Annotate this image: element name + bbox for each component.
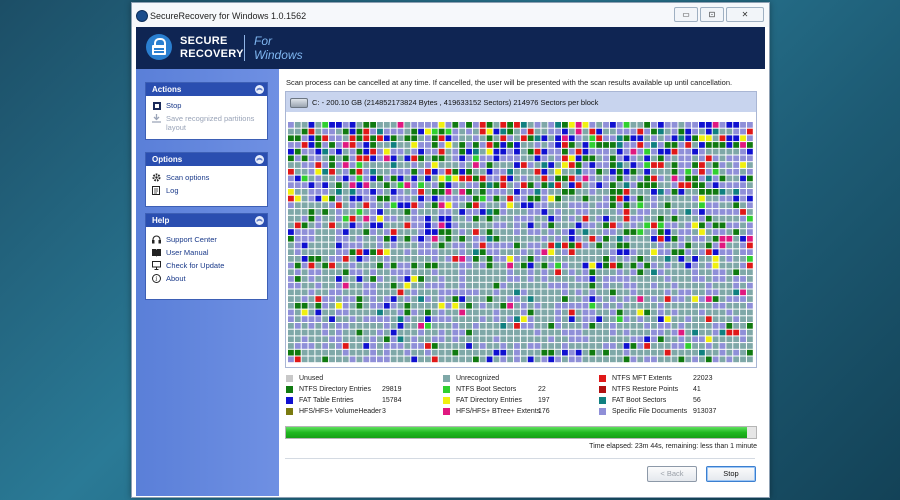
legend-count: 197	[538, 397, 550, 404]
logo-word-recovery: RECOVERY	[180, 48, 244, 60]
svg-text:i: i	[155, 276, 157, 283]
legend-item: Unused	[286, 375, 323, 382]
download-icon	[152, 114, 161, 123]
legend-label: NTFS Boot Sectors	[456, 386, 517, 393]
sector-map	[285, 112, 757, 368]
legend-item: NTFS Restore Points	[599, 386, 678, 393]
actions-panel: Actions ︽ Stop Save recognized partition…	[145, 82, 268, 140]
legend-count: 3	[382, 408, 386, 415]
logo-tag-windows: Windows	[254, 48, 303, 62]
logo-word-secure: SECURE	[180, 35, 228, 47]
lock-logo-icon	[146, 34, 172, 60]
legend-label: FAT Directory Entries	[456, 397, 522, 404]
logo-tag-for: For	[254, 34, 272, 48]
legend-swatch	[599, 386, 606, 393]
legend-item: HFS/HFS+ VolumeHeader	[286, 408, 381, 415]
legend-count: 22	[538, 386, 546, 393]
legend-swatch	[286, 397, 293, 404]
legend-item: HFS/HFS+ BTree+ Extents	[443, 408, 540, 415]
scan-progress-fill	[286, 427, 747, 438]
info-icon: i	[152, 274, 161, 283]
scan-content: Scan process can be cancelled at any tim…	[279, 69, 765, 496]
actions-header[interactable]: Actions ︽	[146, 83, 267, 96]
legend-swatch	[599, 397, 606, 404]
legend-count: 176	[538, 408, 550, 415]
legend-swatch	[443, 386, 450, 393]
back-button[interactable]: < Back	[647, 466, 697, 482]
book-icon	[152, 248, 161, 257]
help-header[interactable]: Help ︽	[146, 214, 267, 227]
collapse-actions-icon[interactable]: ︽	[255, 85, 264, 94]
help-panel: Help ︽ Support Center User Manual Check …	[145, 213, 268, 300]
app-icon	[136, 10, 148, 22]
scan-message: Scan process can be cancelled at any tim…	[286, 78, 733, 87]
headset-icon	[152, 235, 161, 244]
app-window: SecureRecovery for Windows 1.0.1562 ▭ ⊡ …	[131, 2, 770, 498]
legend-count: 15784	[382, 397, 402, 404]
maximize-button[interactable]: ⊡	[700, 7, 724, 22]
legend-item: FAT Boot Sectors	[599, 397, 666, 404]
legend-count: 22023	[693, 375, 713, 382]
legend-count: 56	[693, 397, 701, 404]
legend-label: HFS/HFS+ BTree+ Extents	[456, 408, 541, 415]
elapsed-time: Time elapsed: 23m 44s, remaining: less t…	[589, 443, 757, 450]
close-button[interactable]: ✕	[726, 7, 764, 22]
options-panel: Options ︽ Scan options Log	[145, 152, 268, 207]
stop-button[interactable]: Stop	[706, 466, 756, 482]
help-about[interactable]: i About	[146, 272, 267, 285]
legend-swatch	[286, 375, 293, 382]
title-bar: SecureRecovery for Windows 1.0.1562 ▭ ⊡ …	[132, 3, 769, 27]
legend-label: FAT Boot Sectors	[612, 397, 667, 404]
scan-progress-bar	[285, 426, 757, 439]
hard-drive-icon	[290, 98, 308, 108]
window-title: SecureRecovery for Windows 1.0.1562	[150, 11, 307, 21]
option-scan-options[interactable]: Scan options	[146, 171, 267, 184]
action-stop[interactable]: Stop	[146, 99, 267, 112]
legend-item: Specific File Documents	[599, 408, 687, 415]
legend-swatch	[443, 375, 450, 382]
legend-count: 913037	[693, 408, 717, 415]
legend-label: FAT Table Entries	[299, 397, 354, 404]
help-user-manual[interactable]: User Manual	[146, 246, 267, 259]
legend-item: FAT Table Entries	[286, 397, 353, 404]
option-log[interactable]: Log	[146, 184, 267, 197]
legend-item: FAT Directory Entries	[443, 397, 522, 404]
gear-icon	[152, 173, 161, 182]
collapse-help-icon[interactable]: ︽	[255, 216, 264, 225]
legend-swatch	[599, 375, 606, 382]
help-check-update[interactable]: Check for Update	[146, 259, 267, 272]
sidebar: Actions ︽ Stop Save recognized partition…	[136, 69, 279, 496]
sector-map-grid	[288, 122, 753, 363]
legend-count: 29819	[382, 386, 402, 393]
legend-swatch	[286, 408, 293, 415]
header-banner: SECURE RECOVERY For Windows	[136, 27, 765, 69]
disk-info-text: C: - 200.10 GB (214852173824 Bytes , 419…	[312, 98, 599, 107]
disk-info-bar: C: - 200.10 GB (214852173824 Bytes , 419…	[285, 91, 757, 114]
minimize-button[interactable]: ▭	[674, 7, 698, 22]
legend-item: Unrecognized	[443, 375, 499, 382]
legend-label: HFS/HFS+ VolumeHeader	[299, 408, 382, 415]
collapse-options-icon[interactable]: ︽	[255, 155, 264, 164]
legend-label: Unrecognized	[456, 375, 500, 382]
legend-count: 41	[693, 386, 701, 393]
legend-label: NTFS Restore Points	[612, 386, 679, 393]
legend-item: NTFS Directory Entries	[286, 386, 371, 393]
legend-label: NTFS MFT Extents	[612, 375, 672, 382]
legend-label: Unused	[299, 375, 324, 382]
help-support-center[interactable]: Support Center	[146, 233, 267, 246]
legend-swatch	[443, 397, 450, 404]
legend-label: NTFS Directory Entries	[299, 386, 371, 393]
legend-item: NTFS Boot Sectors	[443, 386, 516, 393]
monitor-icon	[152, 261, 161, 270]
legend-swatch	[286, 386, 293, 393]
legend-swatch	[599, 408, 606, 415]
log-icon	[152, 186, 161, 195]
legend-item: NTFS MFT Extents	[599, 375, 672, 382]
legend-swatch	[443, 408, 450, 415]
action-save-layout: Save recognized partitions layout	[146, 112, 267, 134]
legend-label: Specific File Documents	[612, 408, 688, 415]
options-header[interactable]: Options ︽	[146, 153, 267, 166]
stop-icon	[152, 101, 161, 110]
